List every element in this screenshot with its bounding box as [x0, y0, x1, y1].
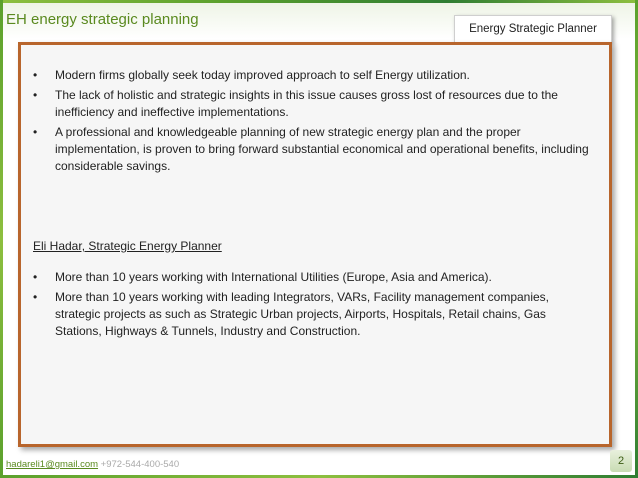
- profile-bullet-2: More than 10 years working with leading …: [21, 289, 593, 340]
- intro-bullet-3: A professional and knowledgeable plannin…: [21, 124, 593, 175]
- footer-contact: hadareli1@gmail.com +972-544-400-540: [6, 459, 179, 470]
- intro-bullet-list: Modern firms globally seek today improve…: [21, 67, 593, 178]
- panel-text-area: Modern firms globally seek today improve…: [21, 45, 609, 444]
- left-decor-band: [0, 0, 3, 478]
- footer-email-link[interactable]: hadareli1@gmail.com: [6, 459, 98, 470]
- intro-bullet-1: Modern firms globally seek today improve…: [21, 67, 593, 84]
- profile-bullet-list: More than 10 years working with Internat…: [21, 269, 593, 343]
- slide-title: EH energy strategic planning: [6, 11, 199, 28]
- title-badge: Energy Strategic Planner: [454, 15, 612, 43]
- profile-bullet-1: More than 10 years working with Internat…: [21, 269, 593, 286]
- profile-heading: Eli Hadar, Strategic Energy Planner: [33, 239, 222, 253]
- footer-phone: +972-544-400-540: [100, 459, 180, 470]
- page-number-badge: 2: [610, 450, 632, 472]
- intro-bullet-2: The lack of holistic and strategic insig…: [21, 87, 593, 121]
- content-panel: Modern firms globally seek today improve…: [18, 42, 612, 447]
